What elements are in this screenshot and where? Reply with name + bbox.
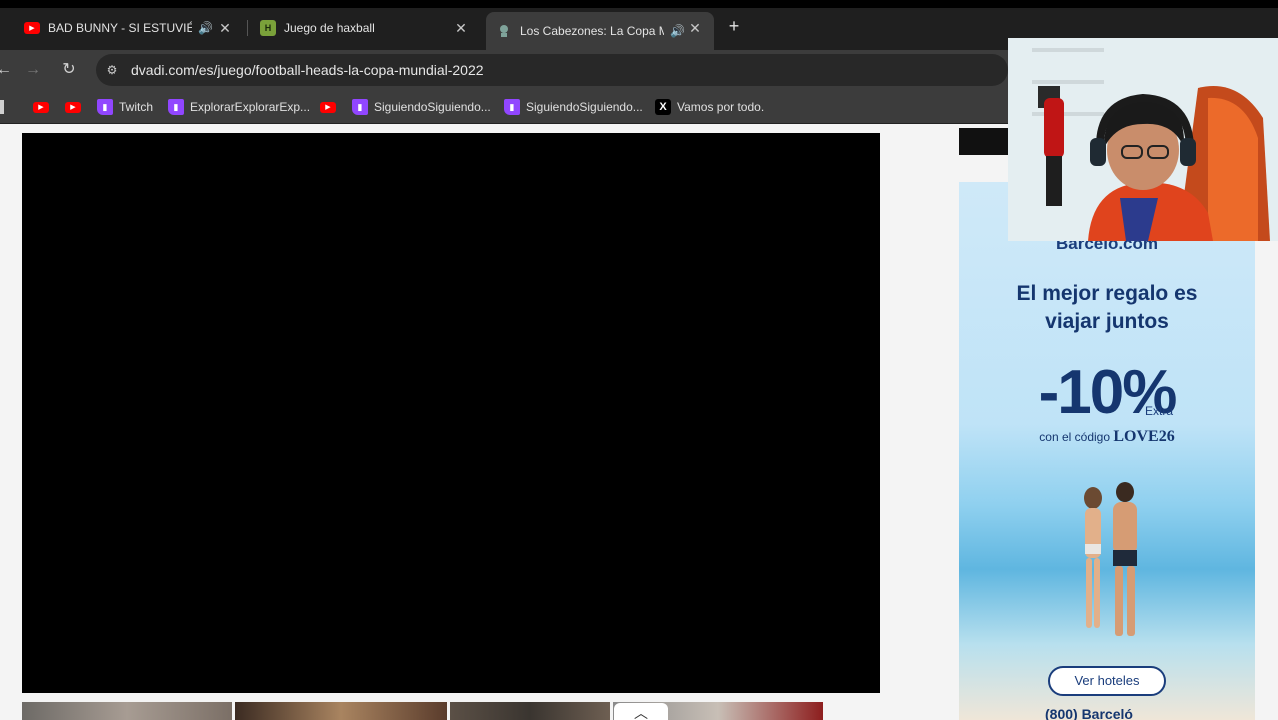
bookmark-label: SiguiendoSiguiendo...: [374, 100, 491, 114]
bookmark-twitch[interactable]: ▮ Twitch: [97, 98, 153, 116]
speaker-icon[interactable]: 🔊: [670, 24, 685, 38]
twitch-icon: ▮: [168, 99, 184, 115]
bookmark-youtube-2[interactable]: ▶: [65, 98, 87, 116]
close-icon[interactable]: ✕: [452, 19, 470, 37]
url-text[interactable]: dvadi.com/es/juego/football-heads-la-cop…: [131, 62, 484, 78]
site-settings-icon[interactable]: ⚙: [104, 62, 120, 78]
bookmark-explorar[interactable]: ▮ ExplorarExplorarExp...: [168, 98, 310, 116]
close-icon[interactable]: ✕: [216, 19, 234, 37]
youtube-icon: ▶: [33, 101, 49, 113]
bookmark-label: SiguiendoSiguiendo...: [526, 100, 643, 114]
game-canvas[interactable]: [22, 133, 880, 693]
tab-title: Los Cabezones: La Copa Mu: [520, 24, 664, 38]
twitch-icon: ▮: [97, 99, 113, 115]
webcam-overlay: [1008, 38, 1278, 241]
youtube-icon: ▶: [65, 101, 81, 113]
ad-code-prefix: con el código: [1039, 430, 1111, 444]
screen: ▶ BAD BUNNY - SI ESTUVIÉSE 🔊 ✕ H Juego d…: [0, 0, 1278, 720]
bookmark-siguiendo-2[interactable]: ▮ SiguiendoSiguiendo...: [504, 98, 643, 116]
game-thumbnail[interactable]: [450, 702, 610, 720]
ad-code-line: con el código LOVE26: [959, 428, 1255, 446]
new-tab-button[interactable]: +: [724, 16, 744, 36]
webcam-image: [1008, 38, 1278, 241]
tab-haxball[interactable]: H Juego de haxball ✕: [250, 12, 480, 44]
ad-cta-button[interactable]: Ver hoteles: [1048, 666, 1166, 696]
related-games-strip: [22, 702, 880, 720]
twitch-icon: ▮: [504, 99, 520, 115]
bookmarks-folder-icon[interactable]: [0, 98, 4, 116]
game-thumbnail[interactable]: [235, 702, 447, 720]
bookmark-youtube-1[interactable]: ▶: [33, 98, 55, 116]
bookmark-x[interactable]: X Vamos por todo.: [655, 98, 764, 116]
ad-headline: El mejor regalo es viajar juntos: [1016, 282, 1198, 333]
bookmark-label: ExplorarExplorarExp...: [190, 100, 311, 114]
youtube-icon: ▶: [24, 22, 40, 34]
twitch-icon: ▮: [352, 99, 368, 115]
back-icon[interactable]: ←: [0, 58, 16, 82]
tab-title: Juego de haxball: [284, 21, 375, 35]
scroll-up-button[interactable]: ︿: [614, 703, 668, 720]
x-icon: X: [655, 99, 671, 115]
ad-top-strip: [959, 128, 1009, 155]
bookmark-label: Twitch: [119, 100, 154, 114]
youtube-icon: ▶: [320, 101, 336, 113]
dvadi-icon: [496, 23, 512, 39]
bookmark-youtube-3[interactable]: ▶: [320, 98, 342, 116]
window-top-edge: [0, 0, 1278, 8]
tab-los-cabezones[interactable]: Los Cabezones: La Copa Mu 🔊 ✕: [486, 12, 714, 50]
ad-discount: -10%: [1038, 358, 1178, 427]
haxball-icon: H: [260, 20, 276, 36]
ad-code: LOVE26: [1113, 428, 1175, 445]
address-bar[interactable]: ⚙ dvadi.com/es/juego/football-heads-la-c…: [96, 54, 1008, 86]
tab-separator: [247, 20, 248, 36]
speaker-icon[interactable]: 🔊: [198, 21, 213, 35]
bookmark-label: Vamos por todo.: [677, 100, 765, 114]
forward-icon[interactable]: →: [21, 58, 45, 82]
tab-bad-bunny[interactable]: ▶ BAD BUNNY - SI ESTUVIÉSE 🔊 ✕: [14, 12, 244, 44]
close-icon[interactable]: ✕: [686, 19, 704, 37]
advertisement[interactable]: Barceló.com El mejor regalo es viajar ju…: [959, 182, 1255, 720]
ad-phone: (800) Barceló: [1045, 706, 1133, 720]
ad-discount-extra: Extra: [1145, 404, 1174, 418]
tab-title: BAD BUNNY - SI ESTUVIÉSE: [48, 21, 192, 35]
bookmark-siguiendo-1[interactable]: ▮ SiguiendoSiguiendo...: [352, 98, 491, 116]
reload-icon[interactable]: ↻: [57, 58, 81, 82]
game-thumbnail[interactable]: [22, 702, 232, 720]
ad-couple-image: [1084, 482, 1137, 636]
